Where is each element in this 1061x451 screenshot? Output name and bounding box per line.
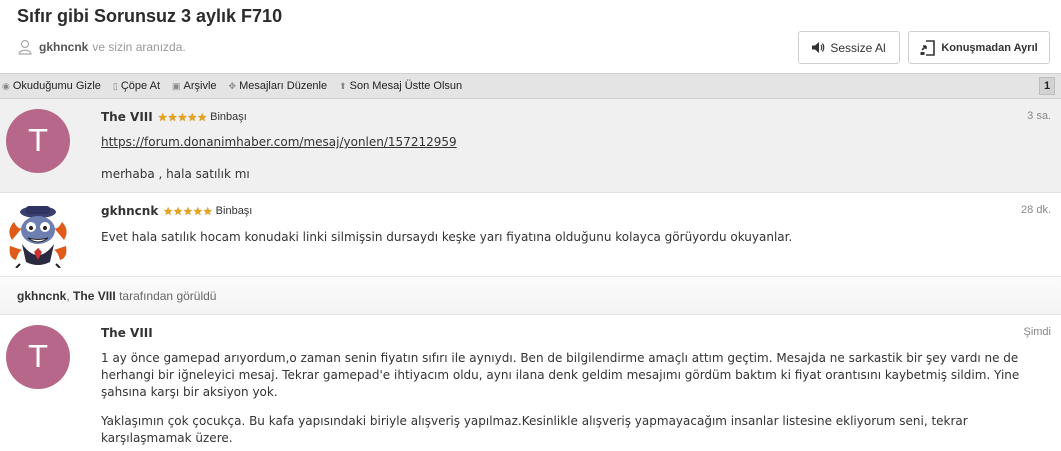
message-time: 28 dk.	[1021, 204, 1051, 216]
participants-suffix: ve sizin aranızda.	[92, 40, 186, 54]
trash-icon: ▯	[112, 80, 118, 91]
message-item: T The VIII Şimdi 1 ay önce gamepad arıyo…	[0, 315, 1061, 451]
toolbar-hide-read[interactable]: ◉ Okuduğumu Gizle	[2, 80, 101, 92]
seen-user[interactable]: gkhncnk	[17, 289, 66, 303]
conversation-header: Sıfır gibi Sorunsuz 3 aylık F710 gkhncnk…	[0, 0, 1061, 73]
author-rank: Binbaşı	[210, 111, 247, 123]
message-text: Evet hala satılık hocam konudaki linki s…	[101, 230, 793, 244]
mute-button[interactable]: Sessize Al	[798, 31, 900, 64]
seen-by-bar: gkhncnk, The VIII tarafından görüldü	[0, 277, 1061, 315]
leave-button-label: Konuşmadan Ayrıl	[941, 41, 1038, 54]
star-icon: ★	[187, 110, 198, 124]
avatar[interactable]: T	[6, 325, 70, 389]
rank-stars: ★ ★ ★ ★ ★	[158, 112, 207, 123]
star-icon: ★	[173, 204, 184, 218]
toolbar-item-label: Okuduğumu Gizle	[12, 80, 101, 92]
message-paragraph: Yaklaşımın çok çocukça. Bu kafa yapısınd…	[101, 414, 968, 445]
avatar[interactable]	[4, 200, 72, 268]
avatar[interactable]: T	[6, 109, 70, 173]
move-icon: ✥	[228, 80, 237, 91]
star-icon: ★	[192, 204, 203, 218]
leave-conversation-button[interactable]: Konuşmadan Ayrıl	[908, 31, 1050, 64]
toolbar-latest-on-top[interactable]: ⬆ Son Mesaj Üstte Olsun	[339, 80, 462, 92]
message-item: gkhncnk ★ ★ ★ ★ ★ Binbaşı 28 dk. Evet hala s…	[0, 193, 1061, 277]
message-link[interactable]: https://forum.donanimhaber.com/mesaj/yon…	[101, 135, 457, 149]
star-icon: ★	[163, 204, 174, 218]
message-text: merhaba , hala satılık mı	[101, 167, 250, 181]
participant-username[interactable]: gkhncnk	[39, 40, 88, 54]
message-time: Şimdi	[1023, 326, 1051, 338]
participants-line: gkhncnk ve sizin aranızda.	[18, 38, 186, 56]
page-title: Sıfır gibi Sorunsuz 3 aylık F710	[17, 6, 283, 26]
star-icon: ★	[183, 204, 193, 218]
author-name[interactable]: The VIII	[101, 326, 153, 340]
toolbar-trash[interactable]: ▯ Çöpe At	[113, 80, 160, 92]
toolbar-archive[interactable]: ▣ Arşivle	[172, 80, 217, 92]
message-time: 3 sa.	[1027, 110, 1051, 122]
toolbar-item-label: Çöpe At	[120, 80, 160, 92]
star-icon: ★	[197, 110, 208, 124]
message-item: T The VIII ★ ★ ★ ★ ★ Binbaşı 3 sa. https://f…	[0, 99, 1061, 193]
toolbar-item-label: Mesajları Düzenle	[239, 80, 328, 92]
author-name[interactable]: The VIII	[101, 110, 153, 124]
toolbar-item-label: Arşivle	[183, 80, 217, 92]
author-rank: Binbaşı	[215, 205, 253, 217]
exit-door-icon	[920, 39, 936, 56]
user-icon	[18, 39, 32, 55]
star-icon: ★	[202, 204, 213, 218]
mute-button-label: Sessize Al	[830, 40, 886, 55]
seen-user[interactable]: The VIII	[73, 289, 116, 303]
eye-icon: ◉	[2, 80, 10, 91]
rank-stars: ★ ★ ★ ★ ★	[163, 206, 212, 217]
seen-suffix: tarafından görüldü	[119, 288, 217, 303]
speaker-icon	[812, 42, 825, 53]
author-line: The VIII ★ ★ ★ ★ ★ Binbaşı	[101, 109, 247, 125]
toolbar-item-label: Son Mesaj Üstte Olsun	[349, 80, 463, 92]
arrow-up-icon: ⬆	[339, 80, 347, 91]
message-toolbar: ◉ Okuduğumu Gizle ▯ Çöpe At ▣ Arşivle ✥ …	[0, 73, 1061, 99]
author-line: gkhncnk ★ ★ ★ ★ ★ Binbaşı	[101, 203, 252, 219]
author-name[interactable]: gkhncnk	[101, 204, 158, 218]
page-number[interactable]: 1	[1039, 77, 1055, 95]
star-icon: ★	[167, 110, 178, 124]
star-icon: ★	[157, 110, 168, 124]
message-paragraph: 1 ay önce gamepad arıyordum,o zaman seni…	[101, 351, 1020, 399]
seen-separator: ,	[66, 288, 70, 303]
star-icon: ★	[177, 110, 188, 124]
author-line: The VIII	[101, 325, 153, 341]
message-link-line: https://forum.donanimhaber.com/mesaj/yon…	[101, 134, 1041, 151]
archive-icon: ▣	[172, 80, 181, 91]
toolbar-edit-messages[interactable]: ✥ Mesajları Düzenle	[229, 80, 328, 92]
